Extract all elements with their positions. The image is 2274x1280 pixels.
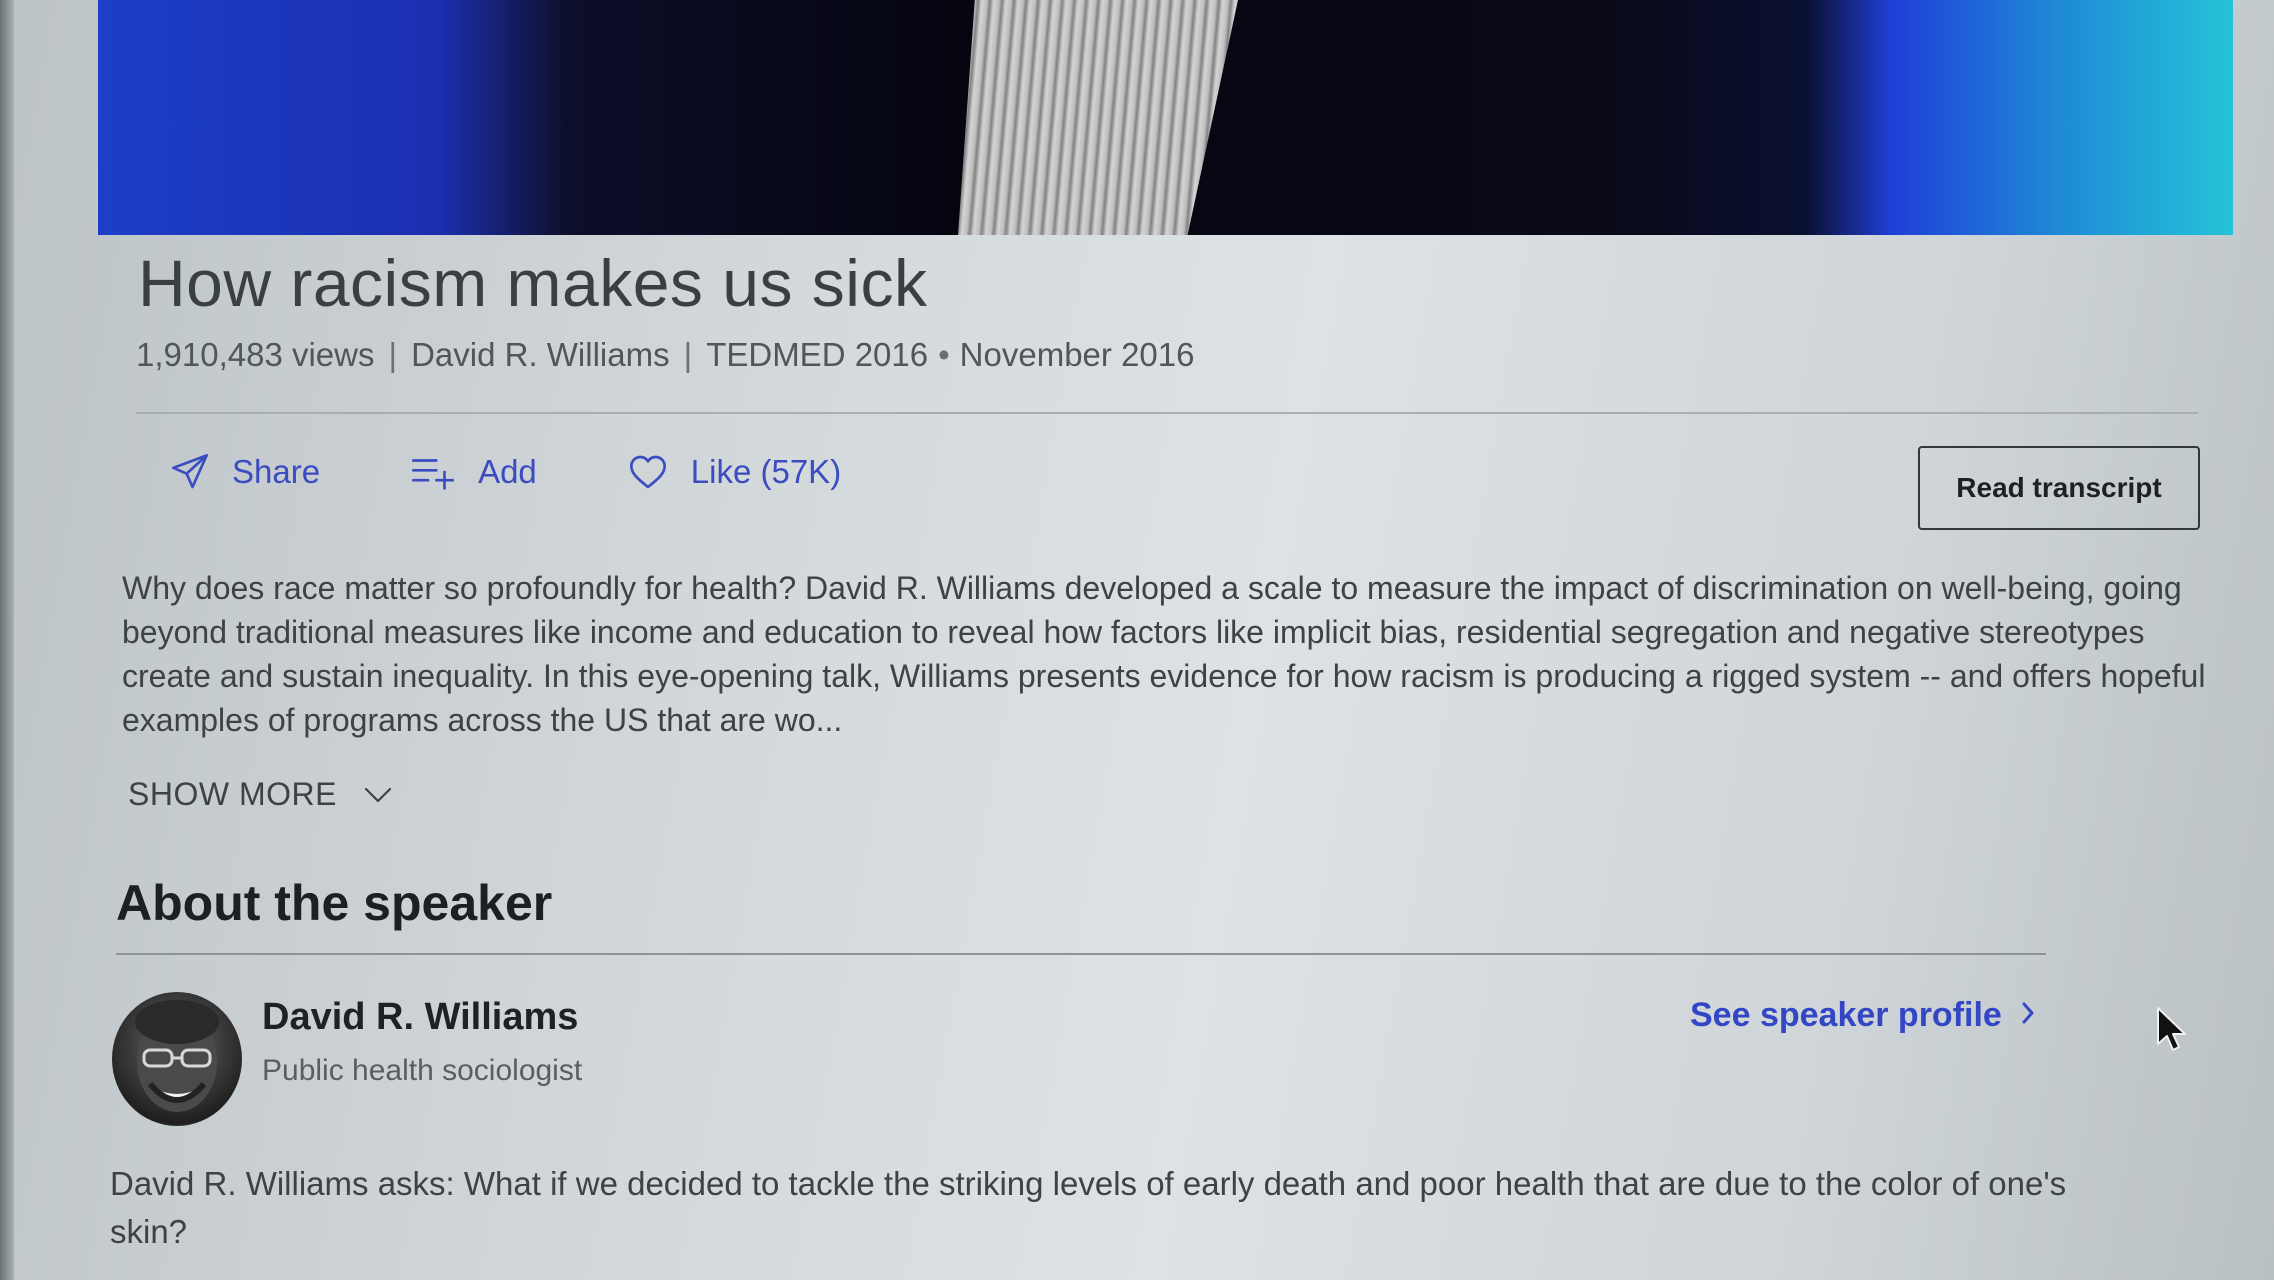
meta-bullet: •	[938, 336, 950, 373]
talk-date: November 2016	[959, 336, 1195, 373]
divider	[136, 412, 2198, 414]
event-name: TEDMED 2016	[706, 336, 929, 373]
talk-description: Why does race matter so profoundly for h…	[122, 570, 2206, 738]
show-more-button[interactable]: SHOW MORE	[128, 776, 393, 813]
see-speaker-profile-link[interactable]: See speaker profile	[1690, 996, 2036, 1035]
about-speaker-heading: About the speaker	[116, 875, 553, 931]
speaker-role: Public health sociologist	[262, 1054, 583, 1087]
speaker-link[interactable]: David R. Williams	[411, 336, 670, 374]
meta-separator: |	[388, 336, 398, 373]
speaker-name[interactable]: David R. Williams	[262, 996, 578, 1039]
speaker-bio: David R. Williams asks: What if we decid…	[110, 1165, 2067, 1250]
meta-separator: |	[683, 336, 693, 373]
speaker-avatar[interactable]	[112, 992, 242, 1126]
chevron-down-icon	[363, 776, 393, 813]
show-more-label: SHOW MORE	[128, 776, 337, 812]
video-frame-speaker-shirt	[958, 0, 1238, 235]
action-bar: Share Add Like (57K)	[170, 452, 841, 492]
like-label: Like (57K)	[690, 453, 842, 490]
like-button[interactable]: Like (57K)	[627, 452, 841, 492]
add-button[interactable]: Add	[410, 452, 537, 492]
view-count: 1,910,483 views	[136, 336, 375, 373]
mouse-cursor-icon	[2156, 1006, 2190, 1059]
talk-meta: 1,910,483 views | David R. Williams | TE…	[136, 336, 1194, 374]
share-label: Share	[232, 453, 321, 490]
read-transcript-button[interactable]: Read transcript	[1918, 446, 2200, 530]
chevron-right-icon	[2020, 996, 2036, 1035]
video-player[interactable]	[98, 0, 2233, 235]
talk-title: How racism makes us sick	[138, 246, 928, 320]
screen-bezel	[0, 0, 14, 1280]
add-label: Add	[478, 453, 537, 490]
share-button[interactable]: Share	[170, 452, 320, 492]
paper-plane-icon	[170, 452, 210, 492]
profile-link-label: See speaker profile	[1690, 996, 2002, 1034]
page: How racism makes us sick 1,910,483 views…	[0, 0, 2274, 1280]
playlist-add-icon	[410, 452, 456, 492]
heart-icon	[627, 452, 669, 492]
divider	[116, 953, 2046, 955]
